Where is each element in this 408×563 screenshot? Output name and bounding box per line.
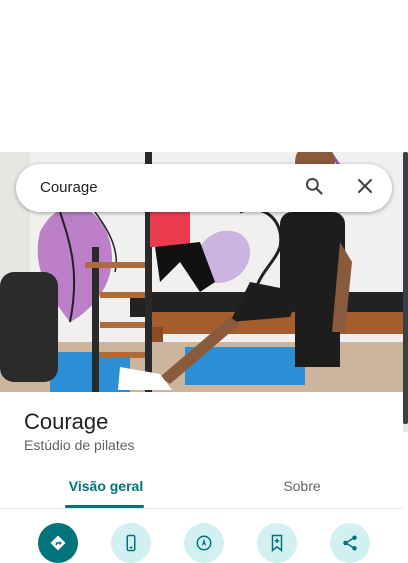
tab-overview[interactable]: Visão geral [55,468,157,508]
save-button[interactable] [257,523,297,563]
search-input[interactable]: Courage [40,164,270,212]
scrollbar-thumb[interactable] [403,152,408,424]
phone-icon [122,523,140,557]
tab-about[interactable]: Sobre [250,468,354,508]
share-button[interactable] [330,523,370,563]
close-button[interactable] [353,176,377,200]
start-button[interactable] [184,523,224,563]
directions-button[interactable] [38,523,78,563]
share-icon [341,523,359,557]
search-bar[interactable]: Courage [16,164,392,212]
directions-icon [49,523,67,557]
call-button[interactable] [111,523,151,563]
place-title: Courage [24,409,109,434]
tab-selected-indicator [65,505,144,508]
top-blank-area [0,0,408,152]
tab-bar: Visão geral Sobre [0,468,403,509]
search-button[interactable] [302,176,326,200]
place-category: Estúdio de pilates [24,437,135,453]
search-icon [304,176,324,201]
place-info-panel: Courage Estúdio de pilates Visão geral S… [0,392,403,563]
close-icon [356,177,374,200]
start-icon [195,523,213,557]
save-icon [268,523,286,557]
